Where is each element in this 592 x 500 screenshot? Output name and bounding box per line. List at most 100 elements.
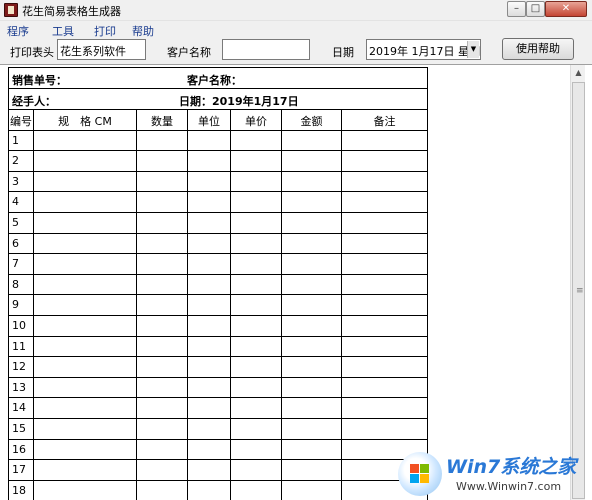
table-cell[interactable] — [231, 192, 282, 212]
table-cell[interactable] — [137, 316, 188, 336]
table-cell[interactable] — [231, 460, 282, 480]
table-cell[interactable] — [231, 171, 282, 192]
table-cell[interactable] — [34, 480, 137, 500]
table-cell[interactable] — [188, 233, 231, 254]
table-cell[interactable] — [34, 295, 137, 315]
table-cell[interactable] — [188, 439, 231, 460]
table-cell[interactable] — [231, 316, 282, 336]
maximize-button[interactable]: □ — [526, 1, 545, 17]
table-cell[interactable] — [137, 336, 188, 357]
table-cell[interactable] — [282, 213, 342, 233]
table-cell[interactable] — [34, 316, 137, 336]
table-cell[interactable] — [137, 480, 188, 500]
table-cell[interactable] — [137, 233, 188, 254]
table-cell[interactable] — [282, 398, 342, 418]
table-cell[interactable] — [282, 480, 342, 500]
table-cell[interactable] — [231, 377, 282, 398]
minimize-button[interactable]: – — [507, 1, 526, 17]
table-cell[interactable] — [231, 357, 282, 377]
table-cell[interactable] — [282, 192, 342, 212]
table-cell[interactable] — [188, 213, 231, 233]
menu-program[interactable]: 程序 — [7, 23, 29, 39]
table-cell[interactable] — [231, 151, 282, 171]
table-cell[interactable] — [34, 192, 137, 212]
table-cell[interactable] — [231, 419, 282, 439]
table-cell[interactable] — [188, 398, 231, 418]
table-cell[interactable] — [34, 254, 137, 274]
customer-name-input[interactable] — [222, 39, 310, 60]
table-cell[interactable] — [282, 151, 342, 171]
table-cell[interactable] — [137, 460, 188, 480]
table-cell[interactable] — [282, 274, 342, 295]
table-cell[interactable] — [282, 254, 342, 274]
vertical-scrollbar[interactable]: ▲ ≡ — [570, 65, 585, 500]
chevron-down-icon[interactable]: ▼ — [467, 41, 479, 58]
table-cell[interactable] — [282, 460, 342, 480]
table-cell[interactable] — [231, 254, 282, 274]
table-cell[interactable] — [282, 419, 342, 439]
table-cell[interactable] — [34, 213, 137, 233]
table-cell[interactable] — [188, 357, 231, 377]
table-cell[interactable] — [282, 316, 342, 336]
table-cell[interactable] — [342, 172, 427, 192]
table-cell[interactable] — [231, 336, 282, 357]
table-cell[interactable] — [342, 337, 427, 357]
table-cell[interactable] — [188, 130, 231, 151]
table-cell[interactable] — [231, 213, 282, 233]
menu-print[interactable]: 打印 — [94, 23, 116, 39]
table-cell[interactable] — [231, 480, 282, 500]
table-cell[interactable] — [137, 357, 188, 377]
table-cell[interactable] — [282, 130, 342, 151]
table-cell[interactable] — [282, 295, 342, 315]
table-cell[interactable] — [342, 192, 427, 212]
table-cell[interactable] — [188, 316, 231, 336]
table-cell[interactable] — [34, 130, 137, 151]
table-cell[interactable] — [137, 295, 188, 315]
table-cell[interactable] — [342, 234, 427, 254]
table-cell[interactable] — [282, 357, 342, 377]
table-cell[interactable] — [342, 131, 427, 151]
table-cell[interactable] — [188, 480, 231, 500]
table-cell[interactable] — [231, 398, 282, 418]
table-cell[interactable] — [342, 295, 427, 315]
table-cell[interactable] — [342, 316, 427, 336]
scroll-up-icon[interactable]: ▲ — [571, 65, 586, 81]
table-cell[interactable] — [282, 171, 342, 192]
table-cell[interactable] — [34, 419, 137, 439]
table-cell[interactable] — [34, 274, 137, 295]
table-cell[interactable] — [34, 439, 137, 460]
table-cell[interactable] — [188, 295, 231, 315]
table-cell[interactable] — [282, 377, 342, 398]
table-cell[interactable] — [137, 274, 188, 295]
table-cell[interactable] — [34, 171, 137, 192]
table-cell[interactable] — [137, 151, 188, 171]
table-cell[interactable] — [188, 336, 231, 357]
table-cell[interactable] — [137, 192, 188, 212]
table-cell[interactable] — [34, 460, 137, 480]
table-cell[interactable] — [34, 357, 137, 377]
table-cell[interactable] — [342, 419, 427, 439]
print-header-input[interactable]: 花生系列软件 — [57, 39, 146, 60]
table-cell[interactable] — [231, 439, 282, 460]
table-cell[interactable] — [137, 377, 188, 398]
table-cell[interactable] — [137, 130, 188, 151]
table-cell[interactable] — [188, 254, 231, 274]
table-cell[interactable] — [34, 398, 137, 418]
table-cell[interactable] — [188, 274, 231, 295]
table-cell[interactable] — [342, 378, 427, 398]
table-cell[interactable] — [137, 398, 188, 418]
table-cell[interactable] — [34, 377, 137, 398]
table-cell[interactable] — [282, 439, 342, 460]
table-cell[interactable] — [137, 213, 188, 233]
table-cell[interactable] — [188, 419, 231, 439]
scrollbar-thumb[interactable]: ≡ — [572, 82, 585, 499]
table-cell[interactable] — [342, 254, 427, 274]
table-cell[interactable] — [282, 336, 342, 357]
table-cell[interactable] — [342, 213, 427, 233]
table-cell[interactable] — [137, 439, 188, 460]
table-cell[interactable] — [188, 192, 231, 212]
table-cell[interactable] — [137, 419, 188, 439]
table-cell[interactable] — [188, 171, 231, 192]
table-cell[interactable] — [231, 295, 282, 315]
table-cell[interactable] — [188, 460, 231, 480]
